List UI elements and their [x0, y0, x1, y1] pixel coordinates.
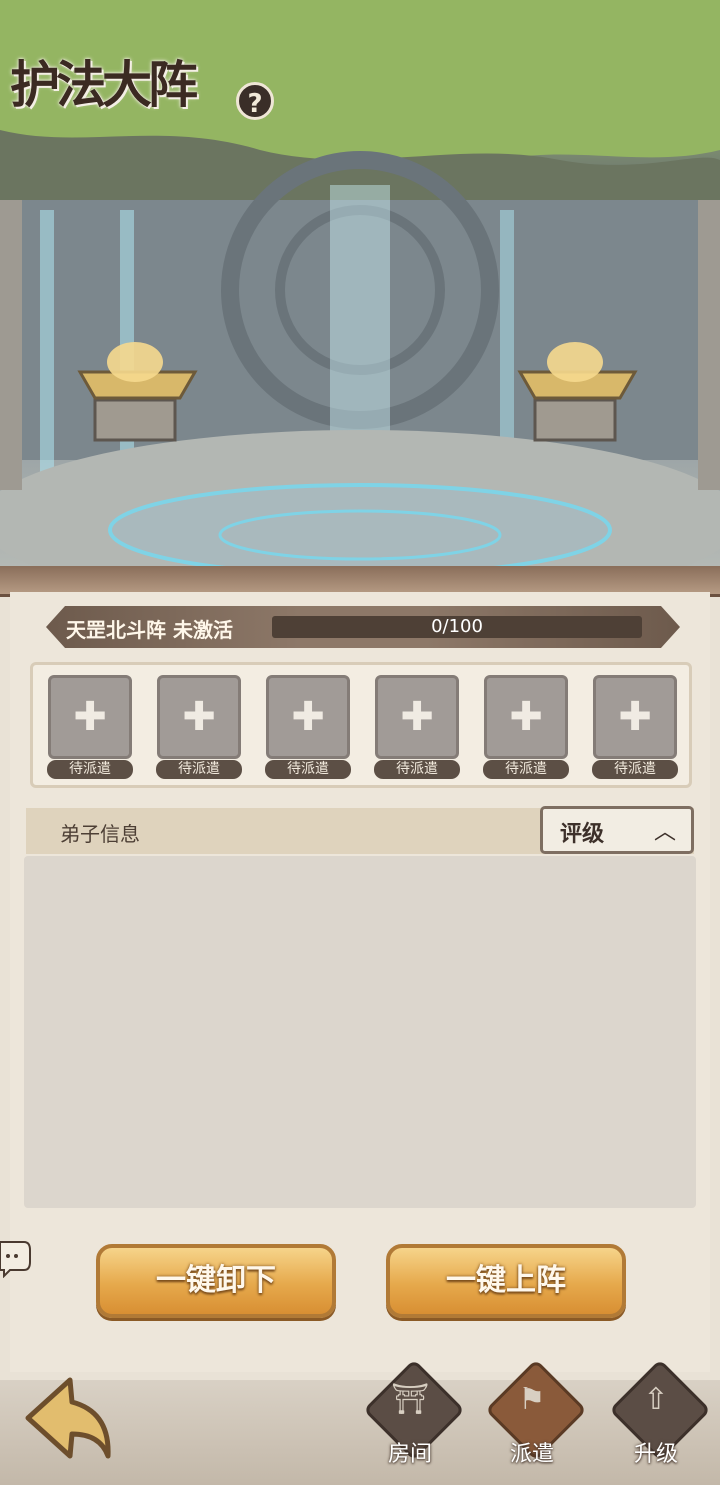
chat-bubble-icon[interactable] [0, 1238, 32, 1278]
unload-all-button[interactable]: 一键卸下 [96, 1244, 336, 1318]
chevron-up-icon: ︿ [654, 820, 677, 845]
disciple-slot-5[interactable]: ✚ [484, 675, 568, 759]
disciple-slot-2[interactable]: ✚ [157, 675, 241, 759]
nav-room-label: 房间 [387, 1442, 432, 1467]
nav-upgrade[interactable]: ⇧ 升级 [606, 1359, 711, 1480]
plus-icon: ✚ [73, 694, 107, 740]
help-icon[interactable]: ? [236, 82, 274, 120]
unload-all-label: 一键卸下 [156, 1263, 276, 1298]
slot-status: 待派遣 [156, 760, 242, 779]
plus-icon: ✚ [618, 694, 652, 740]
slot-status: 待派遣 [47, 760, 133, 779]
slot-status: 待派遣 [374, 760, 460, 779]
nav-room[interactable]: ⛩ 房间 [360, 1359, 465, 1480]
formation-progress-bar: 0/100 [272, 616, 642, 638]
nav-upgrade-label: 升级 [633, 1442, 678, 1467]
slot-status: 待派遣 [265, 760, 351, 779]
plus-icon: ✚ [509, 694, 543, 740]
nav-dispatch[interactable]: ⚑ 派遣 [482, 1359, 587, 1480]
gate-icon: ⛩ [390, 1382, 430, 1417]
slot-status: 待派遣 [483, 760, 569, 779]
flag-icon: ⚑ [518, 1382, 546, 1417]
page-title: 护法大阵 [10, 55, 198, 114]
nav-dispatch-label: 派遣 [509, 1442, 554, 1467]
plus-icon: ✚ [400, 694, 434, 740]
deploy-all-label: 一键上阵 [446, 1263, 566, 1298]
disciple-slot-4[interactable]: ✚ [375, 675, 459, 759]
progress-text: 0/100 [431, 616, 483, 637]
plus-icon: ✚ [182, 694, 216, 740]
deploy-all-button[interactable]: 一键上阵 [386, 1244, 626, 1318]
sort-label: 评级 [560, 822, 605, 847]
formation-status: 天罡北斗阵 未激活 [66, 618, 233, 642]
plus-icon: ✚ [291, 694, 325, 740]
back-arrow-icon[interactable] [20, 1372, 116, 1464]
disciple-slot-6[interactable]: ✚ [593, 675, 677, 759]
formation-scene: 护法大阵 ? [0, 0, 720, 590]
upgrade-icon: ⇧ [643, 1382, 669, 1417]
disciple-slot-1[interactable]: ✚ [48, 675, 132, 759]
disciple-list[interactable] [24, 856, 696, 1208]
slot-status: 待派遣 [592, 760, 678, 779]
disciple-info-title: 弟子信息 [60, 822, 140, 846]
disciple-slot-3[interactable]: ✚ [266, 675, 350, 759]
